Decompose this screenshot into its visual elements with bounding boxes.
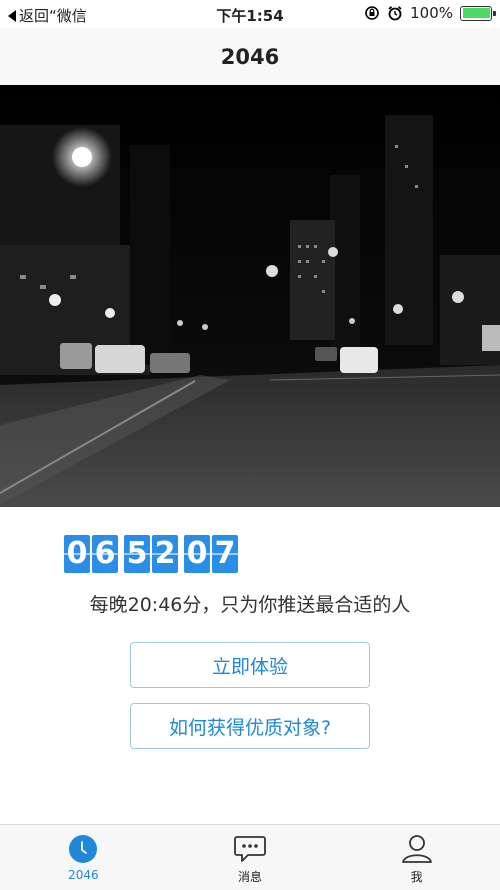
how-to-get-match-button[interactable]: 如何获得优质对象? [130, 703, 370, 749]
tab-label: 2046 [68, 868, 99, 882]
lock-rotation-icon [365, 6, 379, 20]
countdown-seconds: 0 7 [184, 535, 238, 573]
countdown-minutes: 5 2 [124, 535, 178, 573]
battery-percent: 100% [410, 4, 453, 22]
countdown-hours: 0 6 [64, 535, 118, 573]
digit: 7 [212, 535, 238, 573]
countdown-timer: 0 6 5 2 0 7 [64, 535, 238, 573]
person-icon [401, 835, 432, 863]
tab-bar: 2046 消息 我 [0, 824, 500, 890]
nav-bar: 2046 [0, 28, 500, 85]
digit: 0 [64, 535, 90, 573]
digit: 6 [92, 535, 118, 573]
digit: 2 [152, 535, 178, 573]
tab-label: 消息 [238, 870, 263, 884]
tab-messages[interactable]: 消息 [167, 825, 334, 890]
tagline: 每晚20:46分，只为你推送最合适的人 [89, 594, 411, 616]
battery-icon [460, 5, 496, 21]
night-street-photo [0, 85, 500, 507]
clock-icon [69, 835, 98, 863]
page-title: 2046 [220, 44, 280, 69]
tab-2046[interactable]: 2046 [0, 825, 167, 890]
chat-bubble-icon [234, 836, 266, 862]
digit: 0 [184, 535, 210, 573]
alarm-icon [388, 6, 402, 21]
status-bar: 返回“微信 下午1:54 100% [0, 0, 500, 28]
try-now-button[interactable]: 立即体验 [130, 642, 370, 688]
tab-label: 我 [410, 870, 423, 884]
digit: 5 [124, 535, 150, 573]
tab-me[interactable]: 我 [333, 825, 500, 890]
hero-image [0, 85, 500, 507]
